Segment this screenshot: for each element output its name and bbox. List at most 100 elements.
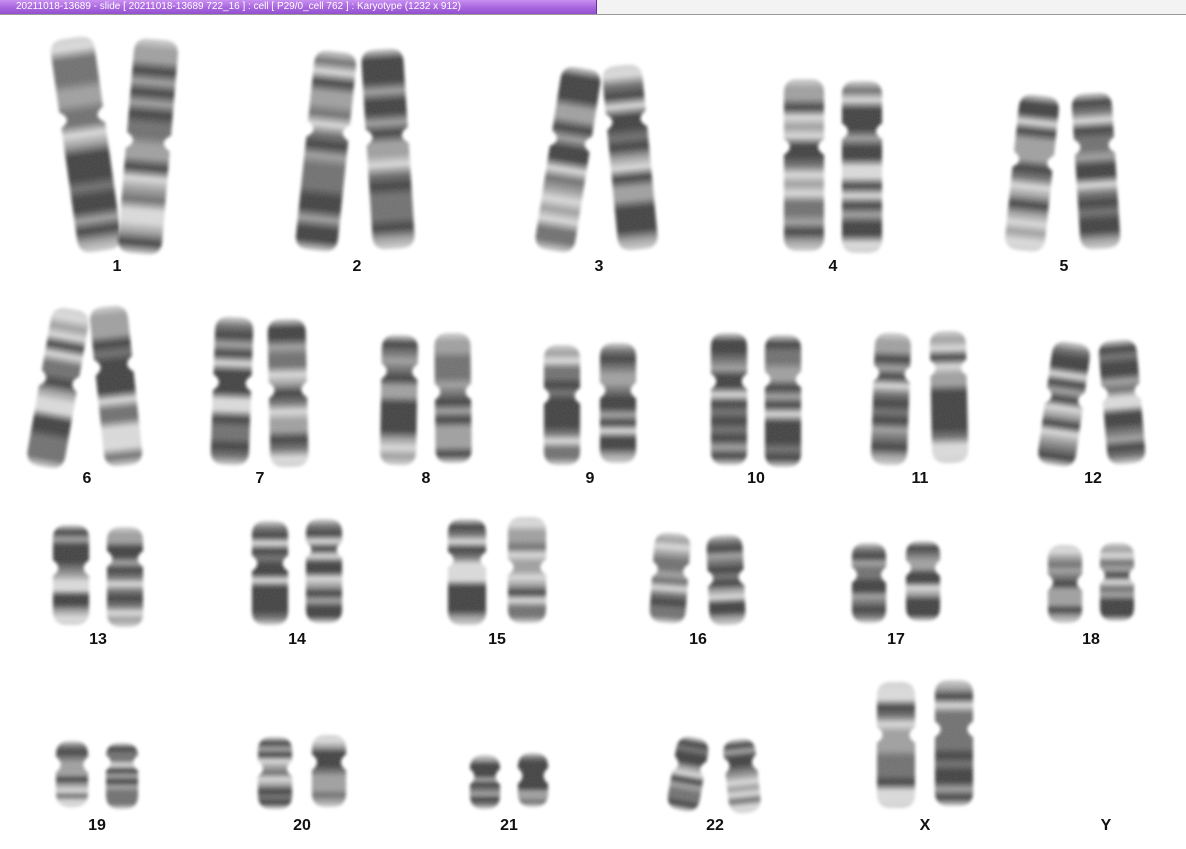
chromosome-10-b[interactable]	[711, 333, 747, 465]
chromosome-label-16: 16	[689, 631, 707, 648]
chromosome-label-15: 15	[488, 631, 506, 648]
chromosome-texture	[518, 753, 548, 807]
chromosome-texture	[929, 330, 969, 464]
chromosome-texture	[723, 738, 761, 814]
chromosome-texture	[53, 525, 89, 625]
chromosome-x-a[interactable]	[935, 680, 973, 806]
chromosome-label-4: 4	[828, 258, 838, 275]
chromosome-21-a[interactable]	[518, 753, 548, 807]
chromosome-texture	[90, 305, 142, 467]
chromosome-texture	[871, 332, 911, 466]
chromosome-texture	[1048, 545, 1082, 623]
chromosome-texture	[600, 343, 636, 463]
chromosome-7-b[interactable]	[210, 316, 254, 466]
chromosome-1-a[interactable]	[117, 38, 179, 256]
chromosome-12-a[interactable]	[1098, 339, 1146, 466]
chromosome-19-b[interactable]	[56, 741, 88, 807]
chromosome-texture	[1038, 341, 1090, 467]
chromosome-label-5: 5	[1059, 258, 1069, 275]
chromosome-texture	[118, 38, 178, 255]
chromosome-texture	[106, 743, 138, 809]
chromosome-14-a[interactable]	[306, 519, 342, 623]
chromosome-texture	[267, 318, 309, 468]
chromosome-x-b[interactable]	[877, 682, 915, 808]
chromosome-label-2: 2	[352, 258, 362, 275]
window-title-tab[interactable]: 20211018-13689 - slide [ 20211018-13689 …	[0, 0, 597, 14]
chromosome-label-6: 6	[82, 470, 92, 487]
chromosome-texture	[434, 332, 472, 464]
chromosome-label-1: 1	[112, 258, 122, 275]
chromosome-label-y: Y	[1100, 817, 1112, 834]
chromosome-9-a[interactable]	[600, 343, 636, 463]
chromosome-20-a[interactable]	[312, 735, 346, 807]
chromosome-texture	[1100, 543, 1134, 621]
chromosome-label-22: 22	[706, 817, 724, 834]
chromosome-texture	[877, 682, 915, 808]
chromosome-4-b[interactable]	[784, 79, 824, 251]
window-title: 20211018-13689 - slide [ 20211018-13689 …	[16, 1, 461, 12]
chromosome-22-a[interactable]	[722, 738, 762, 815]
chromosome-15-b[interactable]	[448, 519, 486, 625]
chromosome-2-b[interactable]	[295, 49, 358, 252]
chromosome-22-b[interactable]	[666, 735, 710, 813]
chromosome-6-b[interactable]	[25, 306, 90, 470]
chromosome-7-a[interactable]	[267, 318, 309, 468]
chromosome-texture	[107, 527, 143, 627]
chromosome-texture	[935, 680, 973, 806]
chromosome-label-3: 3	[594, 258, 604, 275]
chromosome-texture	[1072, 92, 1120, 250]
chromosome-label-x: X	[919, 817, 931, 834]
chromosome-texture	[1098, 339, 1146, 465]
chromosome-10-a[interactable]	[765, 335, 801, 467]
chromosome-18-b[interactable]	[1048, 545, 1082, 623]
chromosome-12-b[interactable]	[1037, 340, 1092, 468]
chromosome-4-a[interactable]	[842, 81, 882, 253]
chromosome-6-a[interactable]	[89, 304, 144, 467]
chromosome-texture	[711, 333, 747, 465]
chromosome-17-a[interactable]	[906, 541, 940, 621]
chromosome-label-17: 17	[887, 631, 905, 648]
chromosome-21-b[interactable]	[470, 755, 500, 809]
chromosome-13-b[interactable]	[53, 525, 89, 625]
chromosome-texture	[27, 307, 89, 469]
chromosome-5-a[interactable]	[1071, 92, 1121, 250]
chromosome-label-10: 10	[747, 470, 765, 487]
chromosome-16-a[interactable]	[706, 534, 746, 626]
chromosome-label-18: 18	[1082, 631, 1100, 648]
chromosome-11-a[interactable]	[929, 330, 969, 464]
chromosome-texture	[296, 50, 356, 252]
chromosome-texture	[56, 741, 88, 807]
chromosome-5-b[interactable]	[1004, 93, 1060, 252]
chromosome-18-a[interactable]	[1100, 543, 1134, 621]
chromosome-8-a[interactable]	[434, 332, 472, 464]
chromosome-3-a[interactable]	[601, 64, 658, 252]
chromosome-14-b[interactable]	[252, 521, 288, 625]
chromosome-11-b[interactable]	[871, 332, 912, 466]
karyotype-image	[25, 35, 1146, 815]
chromosome-texture	[852, 543, 886, 623]
chromosome-label-13: 13	[89, 631, 107, 648]
chromosome-1-b[interactable]	[49, 35, 122, 254]
chromosome-label-7: 7	[255, 470, 265, 487]
chromosome-3-b[interactable]	[534, 65, 602, 254]
chromosome-19-a[interactable]	[106, 743, 138, 809]
karyotype-panel: 1 2 3 4 5 6 7 8 9 10 11 12 13 14 15 16 17 18 19 20 21 22 X Y	[0, 15, 1186, 849]
chromosome-17-b[interactable]	[852, 543, 886, 623]
window-titlebar: 20211018-13689 - slide [ 20211018-13689 …	[0, 0, 1186, 15]
chromosome-texture	[258, 737, 292, 809]
chromosome-2-a[interactable]	[361, 48, 415, 250]
chromosome-9-b[interactable]	[544, 345, 580, 465]
chromosome-13-a[interactable]	[107, 527, 143, 627]
chromosome-texture	[649, 532, 691, 624]
chromosome-20-b[interactable]	[258, 737, 292, 809]
chromosome-label-12: 12	[1084, 470, 1102, 487]
chromosome-texture	[508, 517, 546, 623]
chromosome-8-b[interactable]	[380, 334, 418, 466]
chromosome-16-b[interactable]	[649, 532, 691, 624]
chromosome-15-a[interactable]	[508, 517, 546, 623]
chromosome-texture	[544, 345, 580, 465]
chromosome-label-20: 20	[293, 817, 311, 834]
chromosome-texture	[784, 79, 824, 251]
chromosome-texture	[448, 519, 486, 625]
chromosome-texture	[306, 519, 342, 623]
